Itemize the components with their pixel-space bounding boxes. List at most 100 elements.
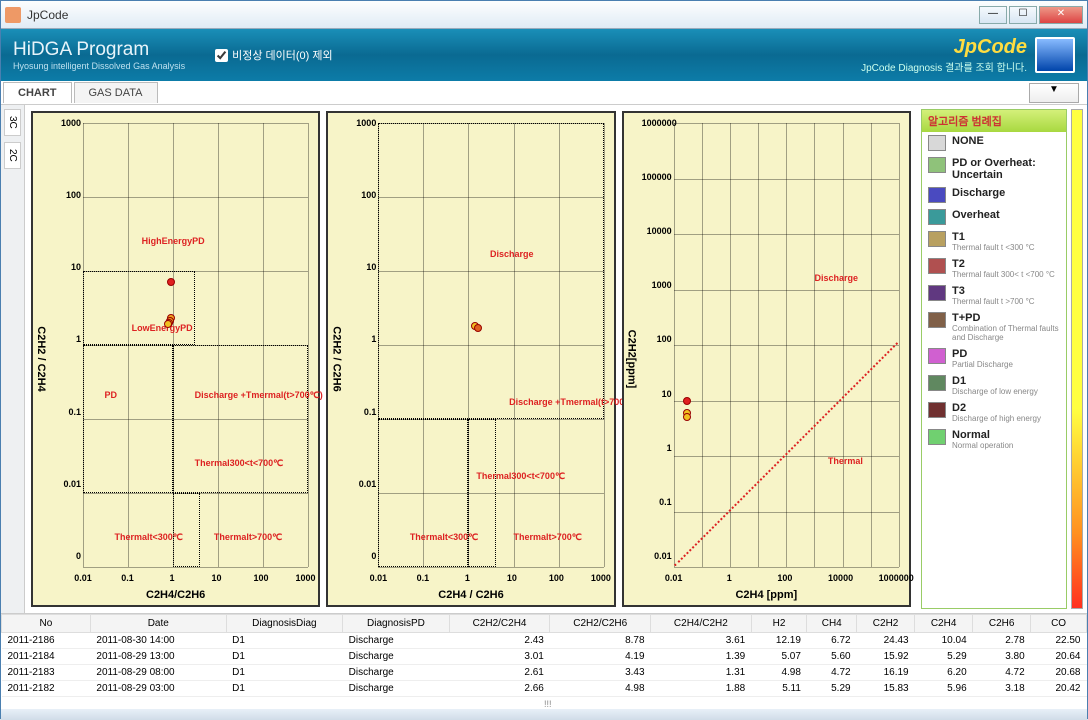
x-axis-label: C2H4 / C2H6 <box>438 589 503 601</box>
cell: 6.72 <box>807 633 857 649</box>
cell: 3.01 <box>449 649 550 665</box>
cell: 4.72 <box>807 665 857 681</box>
cell: 22.50 <box>1031 633 1087 649</box>
y-tick: 10 <box>346 262 376 272</box>
y-tick: 0.01 <box>346 479 376 489</box>
y-tick: 1 <box>51 334 81 344</box>
sidetab-3c[interactable]: 3C <box>4 109 21 136</box>
col-header[interactable]: C2H2 <box>857 615 915 633</box>
x-tick: 10 <box>212 573 222 583</box>
x-tick: 10000 <box>828 573 853 583</box>
cell: 3.43 <box>550 665 651 681</box>
cell: Discharge <box>343 665 450 681</box>
table-row[interactable]: 2011-21832011-08-29 08:00D1Discharge2.61… <box>2 665 1087 681</box>
x-tick: 1000000 <box>879 573 914 583</box>
y-tick: 1 <box>346 334 376 344</box>
cell: 5.29 <box>915 649 973 665</box>
legend-label: Overheat <box>952 209 1000 221</box>
data-point <box>474 324 482 332</box>
data-point <box>683 413 691 421</box>
legend-swatch <box>928 209 946 225</box>
data-table-wrap[interactable]: NoDateDiagnosisDiagDiagnosisPDC2H2/C2H4C… <box>1 613 1087 709</box>
col-header[interactable]: C2H6 <box>973 615 1031 633</box>
y-tick: 1000 <box>642 280 672 290</box>
legend-swatch <box>928 135 946 151</box>
col-header[interactable]: DiagnosisPD <box>343 615 450 633</box>
legend-sublabel: Thermal fault t <300 °C <box>952 243 1035 252</box>
exclude-abnormal-checkbox[interactable]: 비정상 데이터(0) 제외 <box>215 47 333 63</box>
cell: 6.20 <box>915 665 973 681</box>
cell: 1.88 <box>651 681 752 697</box>
cell: 16.19 <box>857 665 915 681</box>
main-area: 3C 2C C2H2 / C2H4C2H4/C2H6HighEnergyPDLo… <box>1 105 1087 613</box>
table-row[interactable]: 2011-21822011-08-29 03:00D1Discharge2.66… <box>2 681 1087 697</box>
legend-sublabel: Discharge of low energy <box>952 387 1038 396</box>
legend-item: T1 Thermal fault t <300 °C <box>922 228 1066 255</box>
tab-chart[interactable]: CHART <box>3 82 72 103</box>
data-table: NoDateDiagnosisDiagDiagnosisPDC2H2/C2H4C… <box>1 614 1087 697</box>
y-tick: 100 <box>51 190 81 200</box>
col-header[interactable]: C2H4 <box>915 615 973 633</box>
col-header[interactable]: Date <box>90 615 226 633</box>
y-tick: 0.01 <box>51 479 81 489</box>
x-tick: 1 <box>465 573 470 583</box>
col-header[interactable]: C2H2/C2H4 <box>449 615 550 633</box>
col-header[interactable]: C2H2/C2H6 <box>550 615 651 633</box>
col-header[interactable]: CO <box>1031 615 1087 633</box>
chart-annotation: Thermalt<300℃ <box>410 532 478 543</box>
exclude-checkbox-input[interactable] <box>215 49 228 62</box>
plot-area: DischargeDischarge +Tmermal(t>700℃)Therm… <box>378 123 603 567</box>
close-button[interactable]: ✕ <box>1039 6 1083 24</box>
chart-annotation: Discharge +Tmermal(t>700℃) <box>195 390 323 401</box>
col-header[interactable]: H2 <box>751 615 807 633</box>
legend-sublabel: Thermal fault 300< t <700 °C <box>952 270 1055 279</box>
x-tick: 0.1 <box>121 573 134 583</box>
y-tick: 1000 <box>51 118 81 128</box>
minimize-button[interactable]: — <box>979 6 1007 24</box>
legend-label: PD <box>952 348 1013 360</box>
sidetab-2c[interactable]: 2C <box>4 142 21 169</box>
chart-annotation: Thermalt>700℃ <box>214 532 282 543</box>
table-row[interactable]: 2011-21842011-08-29 13:00D1Discharge3.01… <box>2 649 1087 665</box>
cell: Discharge <box>343 633 450 649</box>
cell: D1 <box>226 649 343 665</box>
col-header[interactable]: DiagnosisDiag <box>226 615 343 633</box>
chart-annotation: Discharge <box>490 249 534 259</box>
window-title: JpCode <box>27 8 979 22</box>
x-tick: 100 <box>549 573 564 583</box>
cell: 12.19 <box>751 633 807 649</box>
cell: 5.29 <box>807 681 857 697</box>
program-title: HiDGA Program <box>13 39 185 61</box>
y-tick: 0.01 <box>642 551 672 561</box>
col-header[interactable]: CH4 <box>807 615 857 633</box>
y-axis-label: C2H2 / C2H4 <box>35 326 47 391</box>
toolbar-dropdown[interactable]: ▼ <box>1029 83 1079 103</box>
y-tick: 10 <box>51 262 81 272</box>
col-header[interactable]: C2H4/C2H2 <box>651 615 752 633</box>
cell: 2.61 <box>449 665 550 681</box>
col-header[interactable]: No <box>2 615 91 633</box>
legend-sublabel: Combination of Thermal faults and Discha… <box>952 324 1060 342</box>
data-point <box>167 278 175 286</box>
plot-area: DischargeThermal <box>674 123 899 567</box>
y-tick: 0 <box>346 551 376 561</box>
cell: 20.68 <box>1031 665 1087 681</box>
legend-label: Normal <box>952 429 1013 441</box>
table-row[interactable]: 2011-21862011-08-30 14:00D1Discharge2.43… <box>2 633 1087 649</box>
app-header: HiDGA Program Hyosung intelligent Dissol… <box>1 29 1087 81</box>
x-tick: 0.1 <box>417 573 430 583</box>
tab-gasdata[interactable]: GAS DATA <box>74 82 158 103</box>
x-axis-label: C2H4/C2H6 <box>146 589 205 601</box>
legend-item: Discharge <box>922 184 1066 206</box>
x-tick: 0.01 <box>665 573 683 583</box>
program-subtitle: Hyosung intelligent Dissolved Gas Analys… <box>13 61 185 71</box>
chart-annotation: PD <box>105 390 118 400</box>
cell: 20.64 <box>1031 649 1087 665</box>
legend-swatch <box>928 375 946 391</box>
legend-label: D2 <box>952 402 1041 414</box>
maximize-button[interactable]: ☐ <box>1009 6 1037 24</box>
legend-column: 알고리즘 범례집 NONE PD or Overheat: Uncertain … <box>917 105 1087 613</box>
cell: 3.80 <box>973 649 1031 665</box>
legend-label: PD or Overheat: Uncertain <box>952 157 1060 181</box>
x-tick: 100 <box>777 573 792 583</box>
